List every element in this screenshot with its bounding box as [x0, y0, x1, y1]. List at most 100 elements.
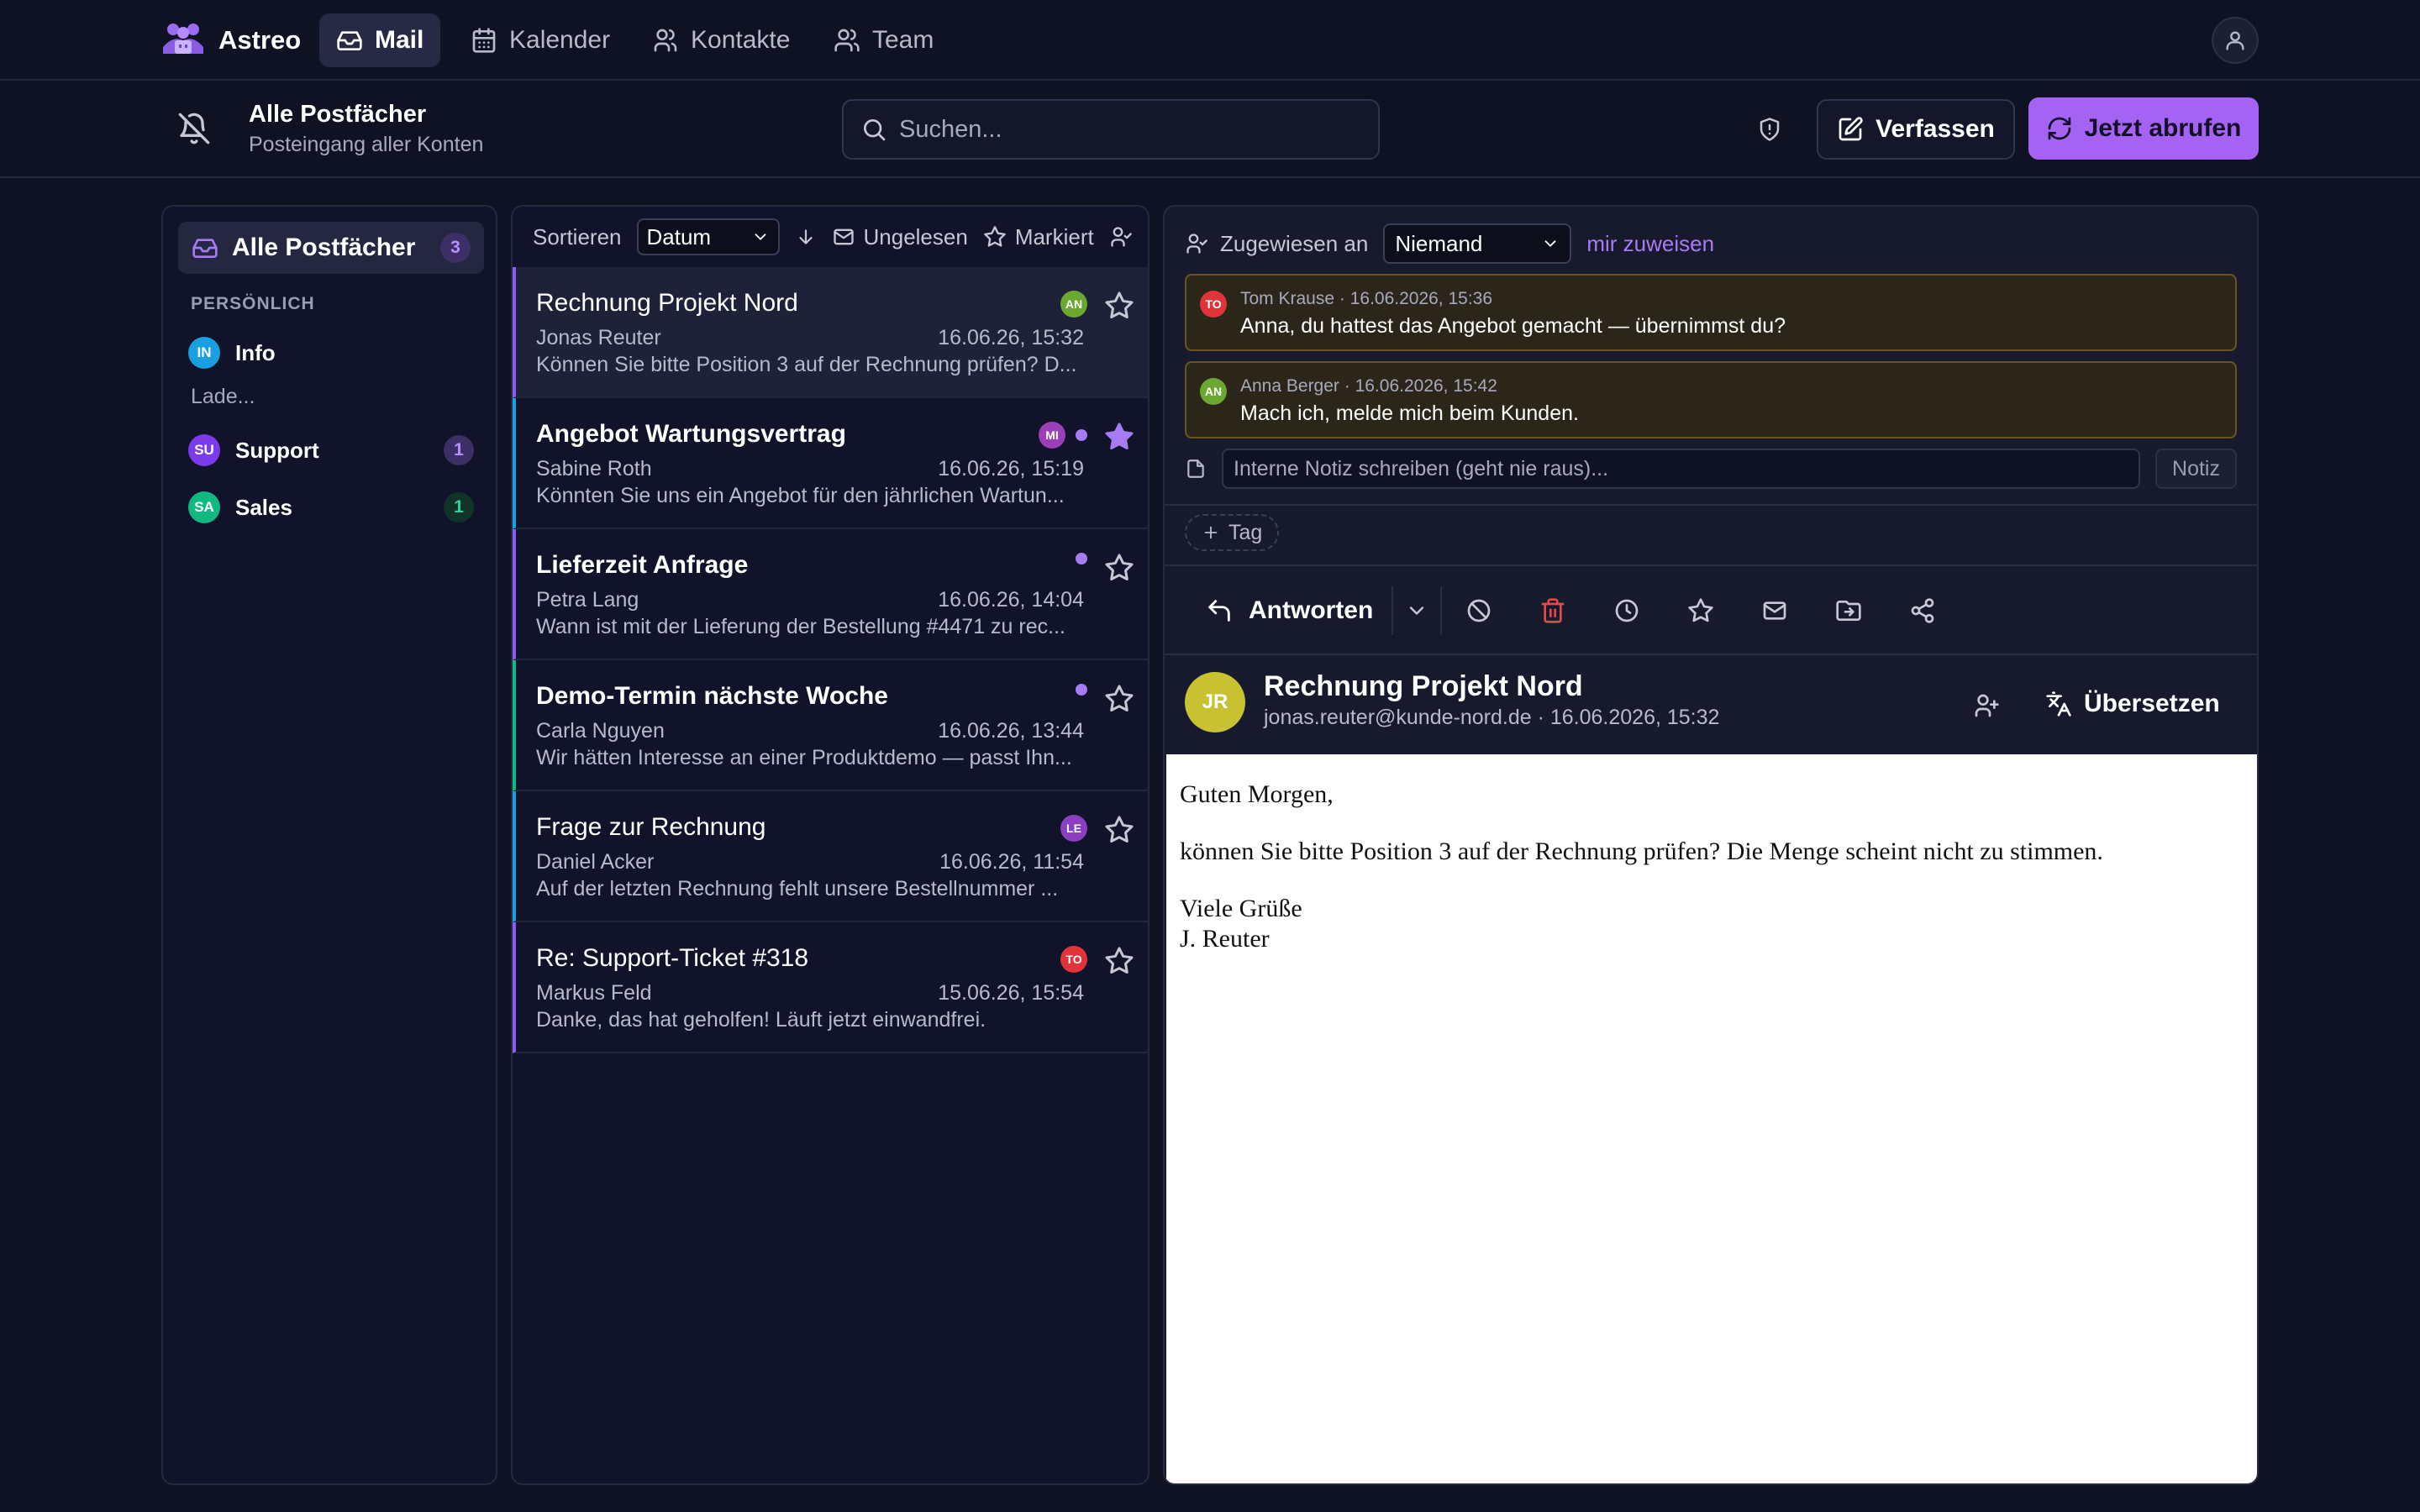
mail-meta: jonas.reuter@kunde-nord.de · 16.06.2026,…	[1264, 706, 1720, 729]
search-input[interactable]	[899, 115, 1353, 144]
assignee-badge: LE	[1060, 815, 1087, 842]
account-avatar: SA	[188, 491, 220, 523]
move-button[interactable]	[1812, 586, 1886, 635]
reply-button[interactable]: Antworten	[1205, 586, 1394, 635]
notifications-toggle[interactable]	[173, 108, 215, 150]
mail-toolbar: Antworten	[1165, 568, 2257, 654]
filter-assigned-button[interactable]	[1109, 225, 1133, 249]
mail-date: 16.06.26, 14:04	[938, 588, 1084, 612]
reply-options-button[interactable]	[1393, 586, 1443, 635]
comment-meta: Tom Krause · 16.06.2026, 15:36	[1240, 289, 1493, 308]
nav-tab-label: Mail	[375, 26, 424, 54]
star-icon	[1105, 554, 1134, 580]
brand[interactable]: Astreo	[161, 15, 301, 66]
fetch-now-button[interactable]: Jetzt abrufen	[2028, 97, 2259, 160]
mail-sender: Markus Feld	[536, 981, 652, 1005]
star-toggle[interactable]	[1104, 553, 1134, 583]
mail-date: 16.06.26, 11:54	[939, 850, 1084, 874]
sidebar-item-info[interactable]: IN Info	[188, 336, 474, 370]
mail-subject: Re: Support-Ticket #318	[536, 944, 809, 972]
mail-sender: Carla Nguyen	[536, 719, 665, 743]
section-label-personal: PERSÖNLICH	[191, 294, 315, 313]
comment-text: Anna, du hattest das Angebot gemacht — ü…	[1240, 314, 1786, 338]
share-button[interactable]	[1886, 586, 1960, 635]
add-contact-button[interactable]	[1968, 687, 2005, 724]
trash-icon	[1539, 597, 1566, 624]
sub-header: Alle Postfächer Posteingang aller Konten…	[0, 82, 2420, 178]
star-icon	[1105, 947, 1134, 974]
list-item[interactable]: Rechnung Projekt Nord AN Jonas Reuter 16.06…	[513, 267, 1148, 398]
nav-tab-calendar[interactable]: Kalender	[454, 13, 627, 67]
mail-subject: Lieferzeit Anfrage	[536, 551, 749, 579]
divider	[1165, 564, 2257, 566]
filter-unread-button[interactable]: Ungelesen	[832, 224, 968, 250]
mail-subject: Frage zur Rechnung	[536, 813, 766, 841]
search-box[interactable]	[842, 99, 1380, 160]
assign-label: Zugewiesen an	[1220, 230, 1369, 256]
star-toggle[interactable]	[1104, 815, 1134, 845]
mail-detail-panel: Zugewiesen an Niemand mir zuweisen TO To…	[1163, 205, 2259, 1485]
list-item[interactable]: Demo-Termin nächste Woche Carla Nguyen 16.…	[513, 660, 1148, 791]
assignee-select[interactable]: Niemand	[1383, 223, 1572, 264]
nav-tab-team[interactable]: Team	[817, 13, 950, 67]
star-button[interactable]	[1664, 586, 1738, 635]
list-item[interactable]: Re: Support-Ticket #318 TO Markus Feld 15.0…	[513, 922, 1148, 1053]
user-assign-icon	[1185, 232, 1208, 255]
clock-icon	[1613, 597, 1640, 624]
sort-select[interactable]: Datum	[636, 218, 780, 255]
ban-icon	[1465, 597, 1492, 624]
account-avatar: SU	[188, 434, 220, 466]
add-note-button[interactable]: Notiz	[2155, 449, 2237, 489]
star-toggle[interactable]	[1104, 684, 1134, 714]
assignment-row: Zugewiesen an Niemand mir zuweisen	[1185, 223, 1714, 264]
sidebar-item-label: Alle Postfächer	[232, 234, 416, 261]
calendar-icon	[471, 27, 497, 54]
snooze-button[interactable]	[1590, 586, 1664, 635]
mail-date: 16.06.26, 13:44	[938, 719, 1084, 743]
row-markers: LE	[1060, 815, 1087, 842]
star-toggle[interactable]	[1104, 291, 1134, 321]
nav-tab-mail[interactable]: Mail	[319, 13, 441, 67]
account-avatar: IN	[188, 337, 220, 369]
nav-tab-contacts[interactable]: Kontakte	[635, 13, 807, 67]
sort-filter-bar: Sortieren Datum Ungelesen Markiert	[513, 207, 1148, 267]
spam-button[interactable]	[1442, 586, 1516, 635]
assignee-badge: MI	[1039, 422, 1065, 449]
mail-sender: Sabine Roth	[536, 457, 652, 480]
mark-unread-button[interactable]	[1738, 586, 1812, 635]
arrow-down-icon	[795, 226, 817, 248]
page-subtitle: Posteingang aller Konten	[249, 133, 484, 156]
team-icon	[834, 27, 860, 54]
avatar: JR	[1185, 672, 1245, 732]
divider	[1165, 504, 2257, 506]
reply-icon	[1205, 596, 1234, 625]
mail-closing: Viele Grüße J. Reuter	[1180, 894, 2244, 954]
sort-direction-button[interactable]	[795, 226, 817, 248]
delete-button[interactable]	[1516, 586, 1590, 635]
users-icon	[652, 27, 679, 54]
add-tag-button[interactable]: Tag	[1185, 514, 1280, 551]
sidebar-item-all-mailboxes[interactable]: Alle Postfächer 3	[178, 222, 484, 274]
mail-icon	[1761, 597, 1788, 624]
sidebar-item-support[interactable]: SU Support 1	[188, 433, 474, 467]
note-input[interactable]	[1222, 449, 2141, 489]
user-menu-button[interactable]	[2212, 17, 2259, 64]
filter-flagged-button[interactable]: Markiert	[983, 224, 1094, 250]
security-button[interactable]	[1751, 111, 1788, 148]
sidebar-item-label: Sales	[235, 494, 292, 520]
sidebar-item-sales[interactable]: SA Sales 1	[188, 491, 474, 524]
mail-header: JR Rechnung Projekt Nord jonas.reuter@ku…	[1165, 655, 2257, 753]
mail-preview: Können Sie bitte Position 3 auf der Rech…	[536, 353, 1077, 376]
list-item[interactable]: Angebot Wartungsvertrag MI Sabine Roth 16.0…	[513, 398, 1148, 529]
mail-body: Guten Morgen, können Sie bitte Position …	[1166, 754, 2257, 1483]
refresh-icon	[2046, 115, 2073, 142]
star-toggle[interactable]	[1104, 946, 1134, 976]
compose-button[interactable]: Verfassen	[1817, 99, 2015, 160]
assign-to-me-link[interactable]: mir zuweisen	[1586, 231, 1714, 257]
list-item[interactable]: Lieferzeit Anfrage Petra Lang 16.06.26, 14…	[513, 529, 1148, 660]
user-check-icon	[1109, 225, 1133, 249]
translate-button[interactable]: Übersetzen	[2045, 684, 2220, 724]
list-item[interactable]: Frage zur Rechnung LE Daniel Acker 16.06.26…	[513, 791, 1148, 922]
star-toggle[interactable]	[1104, 422, 1134, 452]
mail-date: 16.06.26, 15:32	[938, 326, 1084, 349]
